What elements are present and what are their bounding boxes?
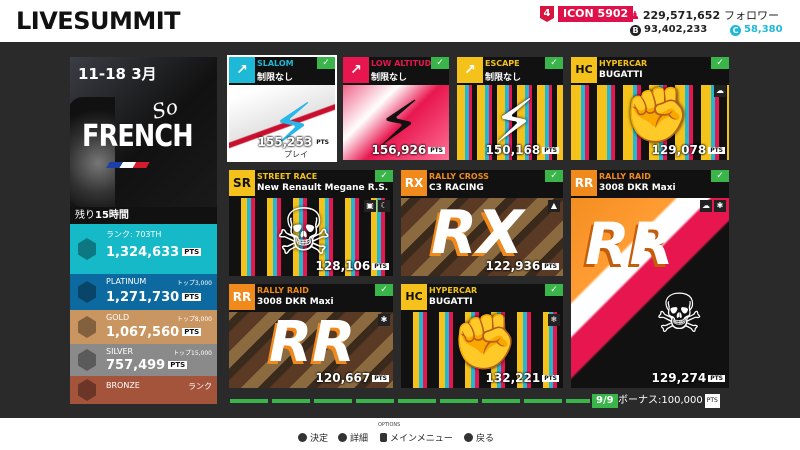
weather-icon: ☁ xyxy=(714,85,726,97)
bonus-points: ボーナス:100,000 PTS xyxy=(618,394,720,408)
event-card-rally-cross[interactable]: RX RX RALLY CROSS C3 RACING ✓ ▲ 122,936 P… xyxy=(401,170,563,276)
circle-button-icon xyxy=(464,433,473,442)
cross-button-icon xyxy=(298,433,307,442)
low-altitude-icon: ↗ xyxy=(343,57,369,83)
event-card-hypercar-1[interactable]: ✊ HC HYPERCAR BUGATTI ✓ ☁ 129,078 PTS xyxy=(571,57,729,160)
progress-segment xyxy=(356,399,394,403)
square-button-icon xyxy=(338,433,347,442)
hint-details[interactable]: 詳細 xyxy=(338,431,368,444)
progress-segment xyxy=(314,399,352,403)
credits-count: B 93,402,233 xyxy=(630,24,707,36)
hand-lightning-icon: ✊ xyxy=(623,83,691,146)
completed-check-icon: ✓ xyxy=(375,284,393,296)
crew-credits-icon: C xyxy=(730,25,741,36)
rally-raid-icon: RR xyxy=(571,170,597,196)
rx-logo-icon: RX xyxy=(431,198,524,268)
completed-check-icon: ✓ xyxy=(545,170,563,182)
followers-icon: ♟ xyxy=(630,9,640,22)
crew-credits-count: C 58,380 xyxy=(730,24,783,36)
credits-icon: B xyxy=(630,25,641,36)
summit-date: 11-18 3月 xyxy=(78,65,157,83)
top-bar: LIVESUMMIT 4 ICON 5902 ♟ 229,571,652 フォロワ… xyxy=(0,0,800,42)
tier-current-rank[interactable]: ランク: 703TH 1,324,633 PTS xyxy=(70,224,217,274)
slalom-icon: ↗ xyxy=(229,57,255,83)
event-card-low-altitude[interactable]: ⚡ ↗ LOW ALTITUDE 制限なし ✓ 156,926 PTS xyxy=(343,57,449,160)
hint-main-menu[interactable]: OPTIONS メインメニュー xyxy=(378,422,453,444)
event-card-hypercar-2[interactable]: ✊ HC HYPERCAR BUGATTI ✓ ❄ 132,221 PTS xyxy=(401,284,563,388)
event-card-slalom[interactable]: ⚡ ↗ SLALOM 制限なし ✓ 155,253 PTS プレイ xyxy=(227,55,337,162)
progress-segment xyxy=(230,399,268,403)
rr-logo-icon: RR xyxy=(585,210,675,278)
snow-icon: ❄ xyxy=(548,314,560,326)
offroad-icon: ▲ xyxy=(548,200,560,212)
gold-emblem-icon xyxy=(78,316,96,338)
progress-count: 9/9 xyxy=(592,394,618,408)
sun-icon: ✱ xyxy=(378,314,390,326)
completed-check-icon: ✓ xyxy=(545,57,563,69)
rr-logo-icon: RR xyxy=(269,310,356,375)
event-card-rally-raid[interactable]: RR RR RALLY RAID 3008 DKR Maxi ✓ ✱ 120,6… xyxy=(229,284,393,388)
car-icon: ▣ xyxy=(364,200,376,212)
night-icon: ☾ xyxy=(378,200,390,212)
livesummit-logo: LIVESUMMIT xyxy=(16,7,181,35)
summit-panel: 11-18 3月 So FRENCH 残り15時間 ランク: 703TH 1,3… xyxy=(70,57,217,404)
hint-back[interactable]: 戻る xyxy=(464,431,494,444)
hypercar-icon: HC xyxy=(571,57,597,83)
weather-icon: ☁ xyxy=(700,200,712,212)
progress-segment xyxy=(272,399,310,403)
hand-lightning-icon: ✊ xyxy=(451,310,519,373)
bronze-emblem-icon xyxy=(78,379,96,401)
rank-emblem-icon xyxy=(78,238,96,260)
hint-select[interactable]: 決定 xyxy=(298,431,328,444)
controls-bar: 決定 詳細 OPTIONS メインメニュー 戻る xyxy=(0,418,800,450)
theme-title: FRENCH xyxy=(82,119,194,154)
player-stats: 4 ICON 5902 ♟ 229,571,652 フォロワー B 93,402,2… xyxy=(540,4,790,40)
progress-segment xyxy=(524,399,562,403)
icon-rank-label: ICON 5902 xyxy=(558,6,634,22)
options-button-icon xyxy=(380,433,387,442)
silver-emblem-icon xyxy=(78,349,96,371)
event-card-rally-raid-large[interactable]: RR ☠ RR RALLY RAID 3008 DKR Maxi ✓ ☁ ✱ 1… xyxy=(571,170,729,388)
platinum-emblem-icon xyxy=(78,281,96,303)
event-card-escape[interactable]: ⚡ ↗ ESCAPE 制限なし ✓ 150,168 PTS xyxy=(457,57,563,160)
tier-silver[interactable]: SILVER トップ15,000 757,499 PTS xyxy=(70,344,217,376)
completed-check-icon: ✓ xyxy=(431,57,449,69)
play-label: プレイ xyxy=(284,150,308,159)
dragon-skull-icon: ☠ xyxy=(655,282,704,345)
time-remaining: 残り15時間 xyxy=(70,207,217,224)
completed-check-icon: ✓ xyxy=(317,57,335,69)
french-flag-stripe xyxy=(106,162,150,168)
event-card-street-race[interactable]: ☠ SR STREET RACE New Renault Megane R.S.… xyxy=(229,170,393,276)
progress-segment xyxy=(566,399,590,403)
escape-icon: ↗ xyxy=(457,57,483,83)
tier-gold[interactable]: GOLD トップ8,000 1,067,560 PTS xyxy=(70,310,217,344)
sun-icon: ✱ xyxy=(714,200,726,212)
tier-platinum[interactable]: PLATINUM トップ3,000 1,271,730 PTS xyxy=(70,274,217,310)
tier-bronze[interactable]: BRONZE ランク xyxy=(70,376,217,404)
rally-cross-icon: RX xyxy=(401,170,427,196)
progress-segment xyxy=(482,399,520,403)
street-race-icon: SR xyxy=(229,170,255,196)
progress-segment xyxy=(440,399,478,403)
summit-hero: 11-18 3月 So FRENCH xyxy=(70,57,217,207)
hypercar-icon: HC xyxy=(401,284,427,310)
completed-check-icon: ✓ xyxy=(375,170,393,182)
rally-raid-icon: RR xyxy=(229,284,255,310)
followers-count: ♟ 229,571,652 フォロワー xyxy=(630,9,779,22)
icon-level-badge: 4 xyxy=(540,6,554,22)
screen: LIVESUMMIT 4 ICON 5902 ♟ 229,571,652 フォロワ… xyxy=(0,0,800,450)
completed-check-icon: ✓ xyxy=(711,170,729,182)
completed-check-icon: ✓ xyxy=(711,57,729,69)
progress-segment xyxy=(398,399,436,403)
completed-check-icon: ✓ xyxy=(545,284,563,296)
